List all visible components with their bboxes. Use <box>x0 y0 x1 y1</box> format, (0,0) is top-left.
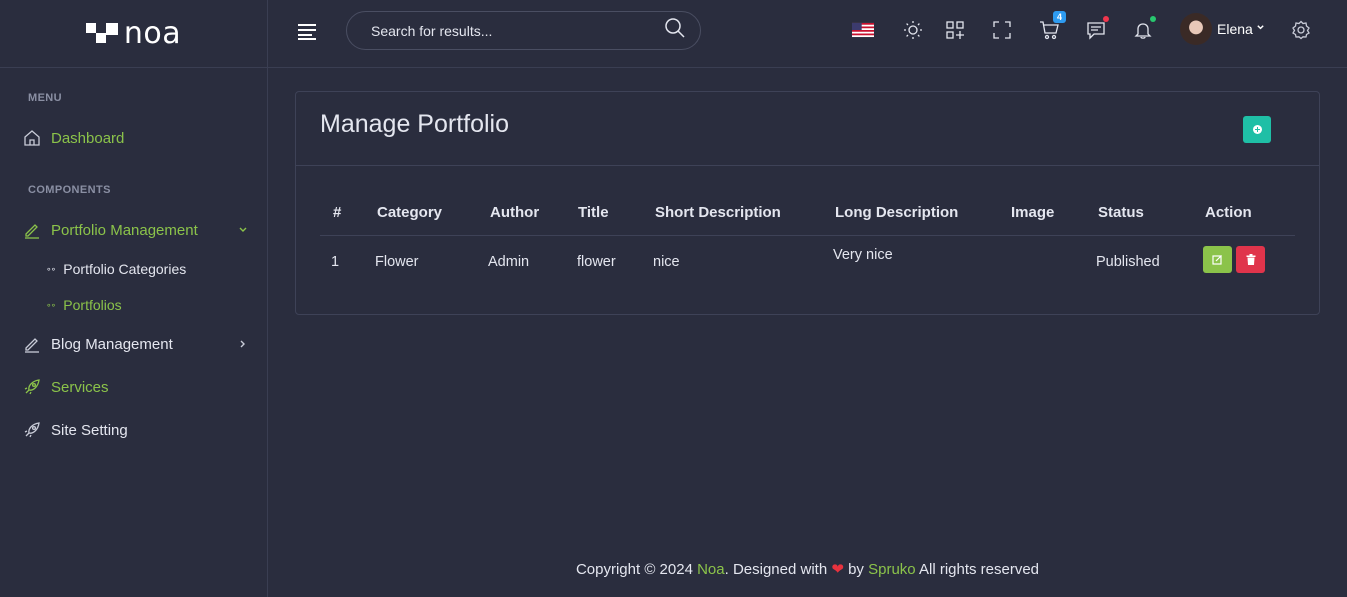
sidebar-item-label: Portfolio Management <box>51 221 198 239</box>
sun-icon[interactable] <box>902 19 924 41</box>
add-portfolio-button[interactable] <box>1243 116 1271 143</box>
rocket-icon <box>22 377 42 397</box>
components-category-label: COMPONENTS <box>28 184 111 196</box>
header-divider <box>320 235 1295 236</box>
sidebar-item-portfolio-management[interactable]: Portfolio Management <box>22 220 248 240</box>
chevron-right-icon <box>238 337 248 352</box>
top-header: 4 Elena <box>268 0 1347 68</box>
chevron-down-icon <box>1256 23 1265 35</box>
logo-mark-icon <box>85 22 120 45</box>
page-title: Manage Portfolio <box>320 110 510 138</box>
search-icon[interactable] <box>664 17 686 44</box>
table-cell: Admin <box>488 254 530 270</box>
home-icon <box>22 128 42 148</box>
sidebar: noa MENU Dashboard COMPONENTS Portfolio … <box>0 0 268 597</box>
table-cell: 1 <box>331 254 340 270</box>
sidebar-item-label: Dashboard <box>51 129 125 147</box>
logo-area: noa <box>0 0 267 68</box>
sidebar-item-services[interactable]: Services <box>22 377 248 397</box>
column-header: Short Description <box>655 204 781 221</box>
search-input[interactable] <box>371 22 664 39</box>
edit-icon <box>1212 255 1222 265</box>
sidebar-item-label: Blog Management <box>51 335 173 353</box>
sidebar-item-site-setting[interactable]: Site Setting <box>22 420 248 440</box>
edit-button[interactable] <box>1203 246 1232 273</box>
sidebar-subitem-portfolios[interactable]: ∘∘ Portfolios <box>46 297 122 313</box>
heart-icon: ❤ <box>831 561 844 578</box>
copyright-text: Copyright © 2024 <box>575 561 698 578</box>
cart-count-badge: 4 <box>1052 11 1066 23</box>
chat-notification-dot <box>1103 16 1109 22</box>
us-flag-icon[interactable] <box>852 19 874 41</box>
pencil-icon <box>22 334 42 354</box>
plus-circle-icon <box>1252 125 1262 134</box>
footer-text: . Designed with <box>724 561 832 578</box>
column-header: # <box>333 204 342 221</box>
sidebar-subitem-portfolio-categories[interactable]: ∘∘ Portfolio Categories <box>46 261 186 277</box>
cart-icon[interactable]: 4 <box>1038 11 1066 41</box>
gear-icon[interactable] <box>1290 19 1312 41</box>
table-cell: Very nice <box>833 247 893 263</box>
sidebar-item-label: Site Setting <box>51 421 128 439</box>
bell-icon[interactable] <box>1132 16 1156 41</box>
search-box <box>346 11 701 50</box>
column-header: Author <box>490 204 540 221</box>
sidebar-item-label: Services <box>51 378 109 396</box>
chat-icon[interactable] <box>1085 16 1109 41</box>
portfolio-card: Manage Portfolio # Category Author Title… <box>295 91 1320 315</box>
bullet-icon: ∘∘ <box>46 263 56 274</box>
column-header: Title <box>578 204 609 221</box>
column-header: Action <box>1205 204 1252 221</box>
card-header: Manage Portfolio <box>296 92 1319 166</box>
sidebar-item-label: Portfolio Categories <box>63 261 187 277</box>
sidebar-item-blog-management[interactable]: Blog Management <box>22 334 248 354</box>
table-cell: Flower <box>375 254 419 270</box>
fullscreen-icon[interactable] <box>991 19 1013 41</box>
apps-icon[interactable] <box>944 19 966 41</box>
bell-notification-dot <box>1150 16 1156 22</box>
footer-text: All rights reserved <box>915 561 1040 578</box>
chevron-down-icon <box>238 223 248 238</box>
bullet-icon: ∘∘ <box>46 299 56 310</box>
trash-icon <box>1246 254 1255 265</box>
table-cell: flower <box>577 254 616 270</box>
pencil-icon <box>22 220 42 240</box>
column-header: Image <box>1011 204 1055 221</box>
column-header: Long Description <box>835 204 959 221</box>
user-profile-menu[interactable]: Elena <box>1180 13 1265 45</box>
menu-toggle-icon[interactable] <box>298 24 318 40</box>
footer-author-link[interactable]: Spruko <box>868 561 916 578</box>
column-header: Status <box>1098 204 1144 221</box>
footer-brand-link[interactable]: Noa <box>697 561 725 578</box>
page-footer: Copyright © 2024 Noa. Designed with ❤ by… <box>268 560 1347 578</box>
table-cell: nice <box>653 254 680 270</box>
sidebar-item-dashboard[interactable]: Dashboard <box>22 128 248 148</box>
footer-text: by <box>843 561 869 578</box>
status-badge: Published <box>1096 254 1160 270</box>
column-header: Category <box>377 204 443 221</box>
delete-button[interactable] <box>1236 246 1265 273</box>
avatar <box>1180 13 1212 45</box>
rocket-icon <box>22 420 42 440</box>
menu-category-label: MENU <box>28 92 62 104</box>
user-name: Elena <box>1217 21 1253 37</box>
sidebar-item-label: Portfolios <box>63 297 122 313</box>
brand-logo[interactable]: noa <box>85 16 182 51</box>
brand-name: noa <box>123 16 182 51</box>
